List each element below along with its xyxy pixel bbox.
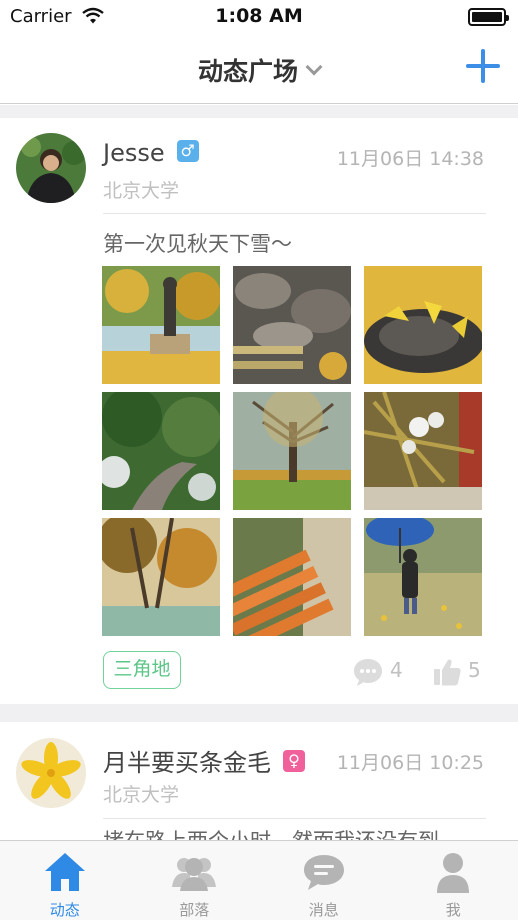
plus-icon[interactable]: [466, 49, 500, 83]
photo-thumbnail[interactable]: [233, 266, 351, 384]
photo-thumbnail[interactable]: [233, 392, 351, 510]
post-card[interactable]: 月半要买条金毛 ♀ 11月06日 10:25 北京大学 堵在路上两个小时，然而我还…: [0, 722, 518, 840]
author-name-text: Jesse: [103, 139, 165, 167]
tab-label: 我: [445, 901, 461, 919]
author-name[interactable]: 月半要买条金毛 ♀: [103, 743, 305, 778]
comment-count-text: 4: [390, 658, 403, 682]
topic-tag[interactable]: 三角地: [103, 651, 181, 689]
like-count[interactable]: 5: [432, 653, 481, 687]
tab-bar: 动态 部落 消息 我: [0, 840, 518, 920]
female-gender-icon: ♀: [283, 750, 305, 772]
section-gap: [0, 704, 518, 722]
comment-count[interactable]: 4: [352, 653, 403, 687]
message-icon: [303, 855, 344, 890]
person-icon: [437, 853, 470, 893]
page-title: 动态广场: [197, 57, 298, 86]
avatar[interactable]: [16, 738, 86, 808]
photo-thumbnail[interactable]: [364, 392, 482, 510]
tab-messages[interactable]: 消息: [259, 841, 389, 920]
tab-me[interactable]: 我: [389, 841, 518, 920]
post-time: 11月06日 10:25: [336, 752, 484, 774]
battery-icon: [468, 8, 509, 26]
divider: [103, 213, 486, 214]
photo-thumbnail[interactable]: [102, 518, 220, 636]
thumbs-up-icon: [434, 659, 461, 685]
photo-thumbnail[interactable]: [102, 266, 220, 384]
male-gender-icon: ♂: [176, 140, 199, 162]
feed-selector[interactable]: 动态广场: [0, 52, 518, 88]
photo-thumbnail[interactable]: [102, 392, 220, 510]
author-school: 北京大学: [103, 180, 180, 202]
nav-bar: 动态广场: [0, 36, 518, 104]
author-name-text: 月半要买条金毛: [103, 749, 271, 777]
tab-label: 消息: [308, 901, 339, 919]
photo-thumbnail[interactable]: [364, 266, 482, 384]
divider: [103, 818, 486, 819]
tab-tribes[interactable]: 部落: [130, 841, 260, 920]
photo-thumbnail[interactable]: [233, 518, 351, 636]
author-name[interactable]: Jesse ♂: [103, 139, 199, 167]
tab-label: 部落: [179, 901, 210, 919]
chevron-down-icon: [305, 58, 323, 76]
tab-feed[interactable]: 动态: [0, 841, 130, 920]
post-text: 堵在路上两个小时，然而我还没有到: [103, 825, 439, 840]
like-count-text: 5: [468, 658, 481, 682]
status-bar: Carrier 1:08 AM: [0, 0, 518, 36]
tab-label: 动态: [49, 901, 80, 919]
post-time: 11月06日 14:38: [336, 148, 484, 170]
avatar[interactable]: [16, 133, 86, 203]
photo-thumbnail[interactable]: [364, 518, 482, 636]
section-gap: [0, 105, 518, 118]
status-time: 1:08 AM: [215, 5, 303, 27]
comment-icon: [354, 658, 382, 686]
author-school: 北京大学: [103, 784, 180, 806]
home-icon: [44, 853, 85, 891]
post-text: 第一次见秋天下雪～: [103, 232, 292, 256]
group-icon: [172, 858, 217, 891]
